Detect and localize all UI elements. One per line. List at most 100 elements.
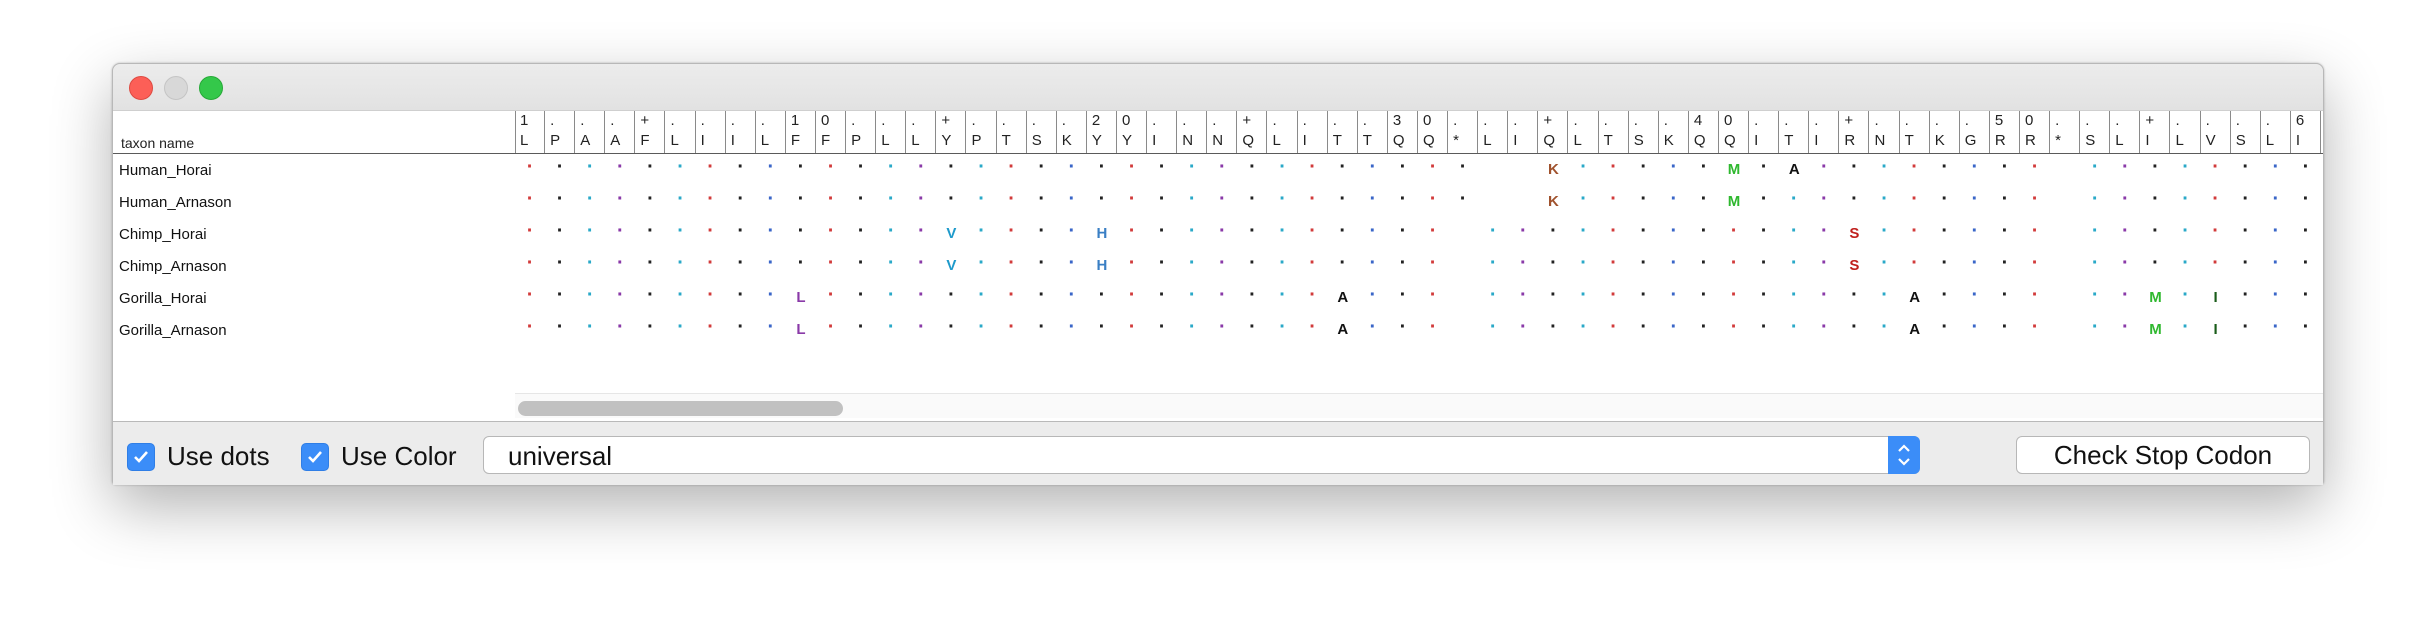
header-column: .L <box>2261 111 2291 153</box>
column-position-mark: . <box>1212 112 1217 129</box>
header-column: .K <box>1057 111 1087 153</box>
minimize-window-button[interactable] <box>164 76 188 100</box>
identity-dot: · <box>556 220 564 242</box>
column-position-mark: . <box>851 112 856 129</box>
identity-dot: · <box>918 188 925 210</box>
consensus-residue: T <box>1603 132 1613 149</box>
residue-difference: H <box>1096 225 1108 242</box>
column-position-mark: . <box>2205 112 2210 129</box>
identity-dot: · <box>1399 188 1407 210</box>
residue-difference: I <box>2213 321 2218 338</box>
identity-dot: · <box>1008 188 1015 210</box>
consensus-residue: N <box>1182 132 1194 149</box>
identity-dot: · <box>1851 316 1858 338</box>
use-color-checkbox[interactable] <box>301 443 329 471</box>
identity-dot: · <box>948 284 955 306</box>
identity-dot: · <box>1459 188 1467 210</box>
identity-dot: · <box>978 316 985 338</box>
scrollbar-thumb[interactable] <box>518 401 843 416</box>
taxon-row[interactable]: Chimp_Arnason · · · · · · · · · · · · · · V · · · · H · · · · · · ·… <box>113 251 2323 283</box>
residue-difference: A <box>1337 321 1349 338</box>
identity-dot: · <box>1700 156 1708 178</box>
column-position-mark: + <box>1844 112 1854 129</box>
header-column: + Q <box>1538 111 1569 153</box>
identity-dot: · <box>2242 252 2250 274</box>
consensus-residue: Y <box>1122 132 1133 149</box>
identity-dot: · <box>2031 284 2039 306</box>
column-position-mark: . <box>670 112 675 129</box>
identity-dot: · <box>1369 220 1377 242</box>
consensus-residue: I <box>730 132 735 149</box>
identity-dot: · <box>887 156 895 178</box>
identity-dot: · <box>2242 220 2250 242</box>
zoom-window-button[interactable] <box>199 76 223 100</box>
identity-dot: · <box>647 156 654 178</box>
use-color-label: Use Color <box>341 441 457 471</box>
use-dots-checkbox[interactable] <box>127 443 155 471</box>
sequence-header: 1 L. P. A. A + F. L. I. I. L 1 F 0 F. P. L. L + Y. P. T. S. K 2 Y… <box>515 111 2323 153</box>
identity-dot: · <box>1610 156 1617 178</box>
identity-dot: · <box>2091 316 2099 338</box>
residue-difference: A <box>1788 161 1800 178</box>
identity-dot: · <box>948 188 955 210</box>
identity-dot: · <box>1068 188 1076 210</box>
residue-difference: M <box>1727 161 1741 178</box>
taxon-name-header: taxon name <box>121 135 195 151</box>
taxon-row[interactable]: Gorilla_Arnason · · · · · · · · · L · · · · · · · · · · · · · · ·… <box>113 315 2323 347</box>
identity-dot: · <box>617 252 624 274</box>
close-window-button[interactable] <box>129 76 153 100</box>
genetic-code-select[interactable]: universal <box>483 436 1920 474</box>
taxon-row[interactable]: Human_Horai · · · · · · · · · · · · · · · · · · · · · · · · · · · · ·… <box>113 155 2323 187</box>
identity-dot: · <box>1640 252 1648 274</box>
identity-dot: · <box>1279 316 1286 338</box>
identity-dot: · <box>948 316 955 338</box>
identity-dot: · <box>1279 188 1286 210</box>
identity-dot: · <box>1429 316 1437 338</box>
header-column: . * <box>1448 111 1479 153</box>
taxon-name: Human_Arnason <box>119 194 232 211</box>
identity-dot: · <box>797 156 805 178</box>
identity-dot: · <box>918 284 925 306</box>
consensus-residue: K <box>1061 132 1072 149</box>
header-column: 0F <box>816 111 847 153</box>
consensus-residue: L <box>760 132 770 149</box>
identity-dot: · <box>1700 284 1708 306</box>
identity-dot: · <box>526 316 534 338</box>
taxon-name: Human_Horai <box>119 162 212 179</box>
identity-dot: · <box>2122 188 2129 210</box>
consensus-residue: N <box>1212 132 1224 149</box>
identity-dot: · <box>1038 156 1046 178</box>
identity-dot: · <box>1489 252 1497 274</box>
header-column: .G <box>1960 111 1990 153</box>
identity-dot: · <box>737 220 745 242</box>
identity-dot: · <box>1821 284 1828 306</box>
identity-dot: · <box>586 284 594 306</box>
taxon-row[interactable]: Chimp_Horai · · · · · · · · · · · · · · V · · · · H · · · · · · · · ·… <box>113 219 2323 251</box>
check-stop-codon-button[interactable]: Check Stop Codon <box>2016 436 2310 474</box>
header-column: 3Q <box>1388 111 1418 153</box>
identity-dot: · <box>1941 220 1949 242</box>
consensus-residue: S <box>2235 132 2246 149</box>
consensus-residue: Q <box>1423 132 1435 149</box>
taxon-row[interactable]: Human_Arnason · · · · · · · · · · · · · · · · · · · · · · · · · · ·… <box>113 187 2323 219</box>
identity-dot: · <box>887 316 895 338</box>
column-position-mark: + <box>941 112 951 129</box>
identity-dot: · <box>887 220 895 242</box>
identity-dot: · <box>1851 188 1858 210</box>
column-position-mark: 1 <box>790 112 800 129</box>
identity-dot: · <box>827 188 835 210</box>
taxon-row[interactable]: Gorilla_Horai · · · · · · · · · L · · · · · · · · · · · · · · · · ·… <box>113 283 2323 315</box>
residue-difference: S <box>1849 225 1860 242</box>
identity-dot: · <box>2152 156 2159 178</box>
identity-dot: · <box>1459 156 1467 178</box>
chevron-updown-icon[interactable] <box>1888 436 1920 474</box>
identity-dot: · <box>1369 156 1377 178</box>
header-column: .A <box>575 111 606 153</box>
column-position-mark: . <box>1633 112 1638 129</box>
column-position-mark: . <box>2235 112 2240 129</box>
identity-dot: · <box>526 156 534 178</box>
column-position-mark: . <box>1152 112 1157 129</box>
identity-dot: · <box>2212 252 2219 274</box>
identity-dot: · <box>556 284 564 306</box>
identity-dot: · <box>677 188 684 210</box>
